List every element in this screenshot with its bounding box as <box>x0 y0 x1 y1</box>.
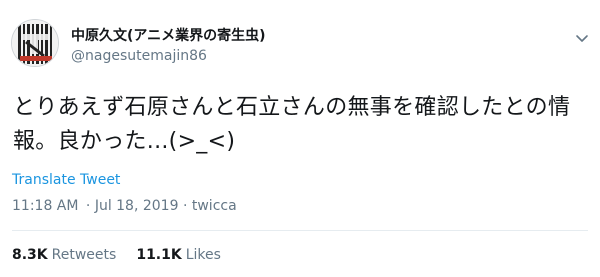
retweets-stat[interactable]: 8.3K Retweets <box>12 247 116 263</box>
tweet-text: とりあえず石原さんと石立さんの無事を確認したとの情 報。良かった...(>_<) <box>13 91 591 159</box>
display-name[interactable]: 中原久文(アニメ業界の寄生虫) <box>71 27 266 45</box>
tweet-date[interactable]: Jul 18, 2019 <box>95 198 179 214</box>
tweet-time[interactable]: 11:18 AM <box>12 198 78 214</box>
tweet-card: 中原久文(アニメ業界の寄生虫) @nagesutemajin86 とりあえず石原… <box>0 0 600 277</box>
divider <box>12 230 588 231</box>
avatar[interactable] <box>11 19 59 67</box>
likes-count: 11.1K <box>136 247 182 263</box>
tweet-text-line: 報。良かった...(>_<) <box>13 129 236 154</box>
translate-tweet-link[interactable]: Translate Tweet <box>12 172 120 188</box>
user-handle[interactable]: @nagesutemajin86 <box>71 47 266 65</box>
tweet-text-line: とりあえず石原さんと石立さんの無事を確認したとの情 <box>13 95 571 120</box>
likes-stat[interactable]: 11.1K Likes <box>136 247 221 263</box>
meta-separator: · <box>182 198 192 214</box>
avatar-image <box>12 20 58 66</box>
author-names: 中原久文(アニメ業界の寄生虫) @nagesutemajin86 <box>71 27 266 65</box>
chevron-down-icon[interactable] <box>574 30 590 46</box>
likes-label: Likes <box>185 247 221 263</box>
meta-separator: · <box>85 198 95 214</box>
retweets-label: Retweets <box>51 247 117 263</box>
tweet-metadata: 11:18 AM · Jul 18, 2019 · twicca <box>12 198 237 214</box>
tweet-stats: 8.3K Retweets 11.1K Likes <box>12 247 221 263</box>
retweets-count: 8.3K <box>12 247 48 263</box>
tweet-source[interactable]: twicca <box>192 198 237 214</box>
